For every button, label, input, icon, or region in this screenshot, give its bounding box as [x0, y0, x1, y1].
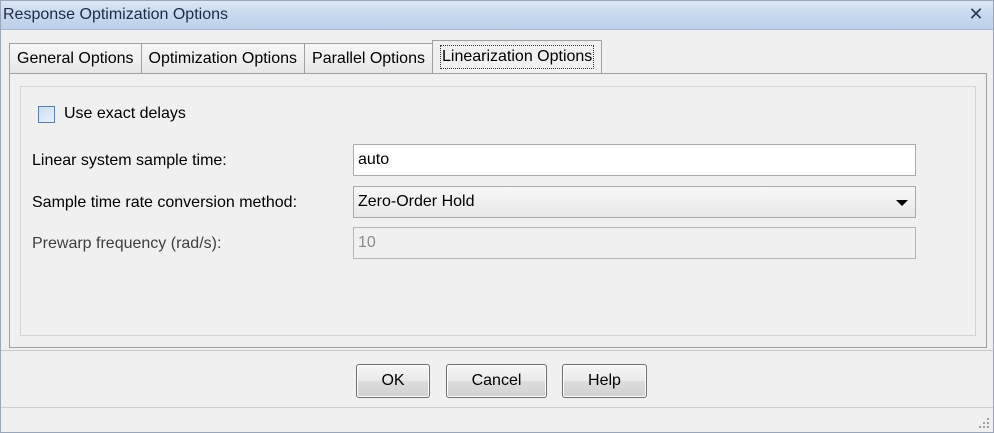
rate-conversion-dropdown[interactable]: Zero-Order Hold [353, 186, 916, 218]
options-dialog: Response Optimization Options ✕ General … [0, 0, 994, 433]
cancel-button[interactable]: Cancel [446, 364, 547, 398]
prewarp-label: Prewarp frequency (rad/s): [32, 235, 222, 252]
use-exact-delays-checkbox[interactable] [38, 106, 55, 123]
tab-strip: General Options Optimization Options Par… [9, 40, 603, 73]
ok-button[interactable]: OK [356, 364, 430, 398]
rate-conversion-value: Zero-Order Hold [358, 193, 475, 210]
tab-parallel-options[interactable]: Parallel Options [304, 43, 433, 73]
sample-time-label: Linear system sample time: [32, 152, 227, 169]
help-button[interactable]: Help [562, 364, 647, 398]
chevron-down-icon [896, 200, 908, 206]
tab-optimization-options[interactable]: Optimization Options [140, 43, 306, 73]
tab-label: Optimization Options [148, 50, 298, 67]
resize-grip-icon[interactable] [975, 414, 989, 428]
window-title: Response Optimization Options [3, 6, 228, 23]
tab-label: Linearization Options [439, 45, 595, 69]
close-icon[interactable]: ✕ [965, 3, 987, 25]
rate-conversion-label: Sample time rate conversion method: [32, 194, 298, 211]
tab-linearization-options[interactable]: Linearization Options [431, 40, 603, 73]
status-bar-divider [1, 407, 993, 408]
tab-label: General Options [17, 50, 134, 67]
tab-label: Parallel Options [312, 50, 425, 67]
sample-time-input[interactable]: auto [353, 144, 916, 176]
tab-general-options[interactable]: General Options [9, 43, 142, 73]
use-exact-delays-label: Use exact delays [64, 105, 186, 122]
divider [1, 350, 993, 351]
title-bar[interactable]: Response Optimization Options ✕ [1, 1, 993, 30]
prewarp-input: 10 [353, 227, 916, 259]
